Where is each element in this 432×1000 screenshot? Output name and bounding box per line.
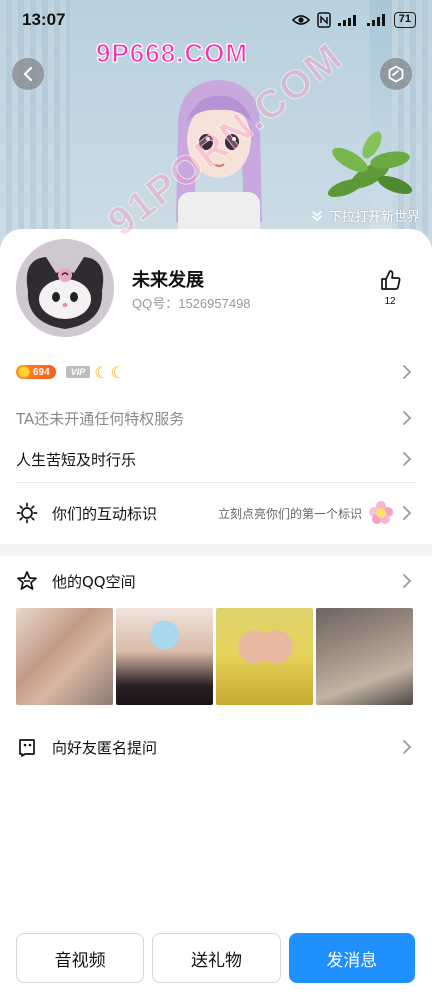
interaction-row[interactable]: 你们的互动标识 立刻点亮你们的第一个标识 (0, 498, 432, 528)
moon-icon: ☾ (110, 362, 125, 382)
kuromi-plush-avatar (16, 239, 114, 337)
chevron-right-icon (403, 506, 412, 520)
chevron-right-icon (403, 365, 412, 379)
badges-row[interactable]: 694 VIP ☾ ☾ (0, 359, 432, 385)
chevron-right-icon (403, 574, 412, 588)
pull-hint-label: 下拉打开新世界 (328, 210, 420, 225)
chevron-right-icon (403, 740, 412, 754)
interaction-badge-icon (16, 502, 38, 524)
qzone-row[interactable]: 他的QQ空间 (0, 567, 432, 595)
back-button[interactable] (12, 58, 44, 90)
pull-hint[interactable]: 下拉打开新世界 (311, 206, 420, 225)
eye-icon (291, 15, 310, 25)
signal-1-icon (337, 15, 356, 26)
coin-icon (18, 366, 30, 378)
like-count: 12 (384, 296, 396, 307)
double-chevron-down-icon (312, 210, 322, 221)
qzone-photo[interactable] (216, 608, 313, 705)
anonymous-question-title: 向好友匿名提问 (52, 738, 158, 757)
audio-video-button[interactable]: 音视频 (16, 933, 145, 983)
flower-badge-icon (369, 501, 393, 524)
star-icon (17, 571, 37, 590)
nickname: 未来发展 (132, 270, 204, 291)
battery-indicator: 71 (393, 12, 416, 28)
qzone-photo[interactable] (116, 608, 213, 705)
signal-2-icon (366, 14, 385, 26)
chevron-right-icon (403, 452, 412, 466)
nfc-icon (317, 12, 331, 28)
privilege-text: TA还未开通任何特权服务 (16, 409, 185, 428)
chevron-left-icon (23, 66, 33, 82)
send-message-button[interactable]: 发消息 (288, 933, 415, 983)
moon-icon: ☾ (94, 362, 109, 382)
qzone-photo[interactable] (16, 608, 113, 705)
profile-card: 未来发展 QQ号：1526957498 12 694 VIP ☾ ☾ TA还未开… (0, 229, 432, 1000)
qq-number-line: QQ号：1526957498 (132, 293, 251, 312)
avatar[interactable] (16, 239, 114, 337)
vip-badge: VIP (65, 366, 91, 378)
more-options-button[interactable] (380, 58, 412, 90)
question-box-icon (19, 739, 35, 757)
hexagon-icon (388, 65, 404, 83)
signature-row[interactable]: 人生苦短及时行乐 (0, 446, 432, 472)
qzone-title: 他的QQ空间 (52, 572, 136, 591)
anonymous-question-row[interactable]: 向好友匿名提问 (0, 733, 432, 761)
privilege-row[interactable]: TA还未开通任何特权服务 (0, 405, 432, 431)
send-gift-button[interactable]: 送礼物 (152, 933, 281, 983)
section-separator (0, 544, 432, 556)
status-bar: 13:07 71 (0, 0, 432, 40)
qzone-photo-grid (16, 608, 413, 705)
status-icons: 71 (291, 12, 416, 28)
like-button[interactable]: 12 (376, 269, 404, 307)
bottom-action-bar: 音视频 送礼物 发消息 (16, 933, 415, 983)
status-time: 13:07 (22, 10, 66, 29)
thumbs-up-icon (381, 270, 401, 290)
signature-text: 人生苦短及时行乐 (16, 450, 137, 469)
divider (16, 482, 416, 483)
level-badge: 694 (16, 365, 56, 379)
banner-watermark: 9P668.COM (95, 37, 249, 68)
qq-number[interactable]: 1526957498 (178, 296, 250, 311)
level-value: 694 (33, 366, 50, 378)
qzone-photo[interactable] (316, 608, 413, 705)
interaction-title: 你们的互动标识 (52, 504, 158, 523)
qq-number-label: QQ号： (132, 296, 179, 311)
chevron-right-icon (403, 411, 412, 425)
interaction-hint: 立刻点亮你们的第一个标识 (217, 506, 362, 521)
